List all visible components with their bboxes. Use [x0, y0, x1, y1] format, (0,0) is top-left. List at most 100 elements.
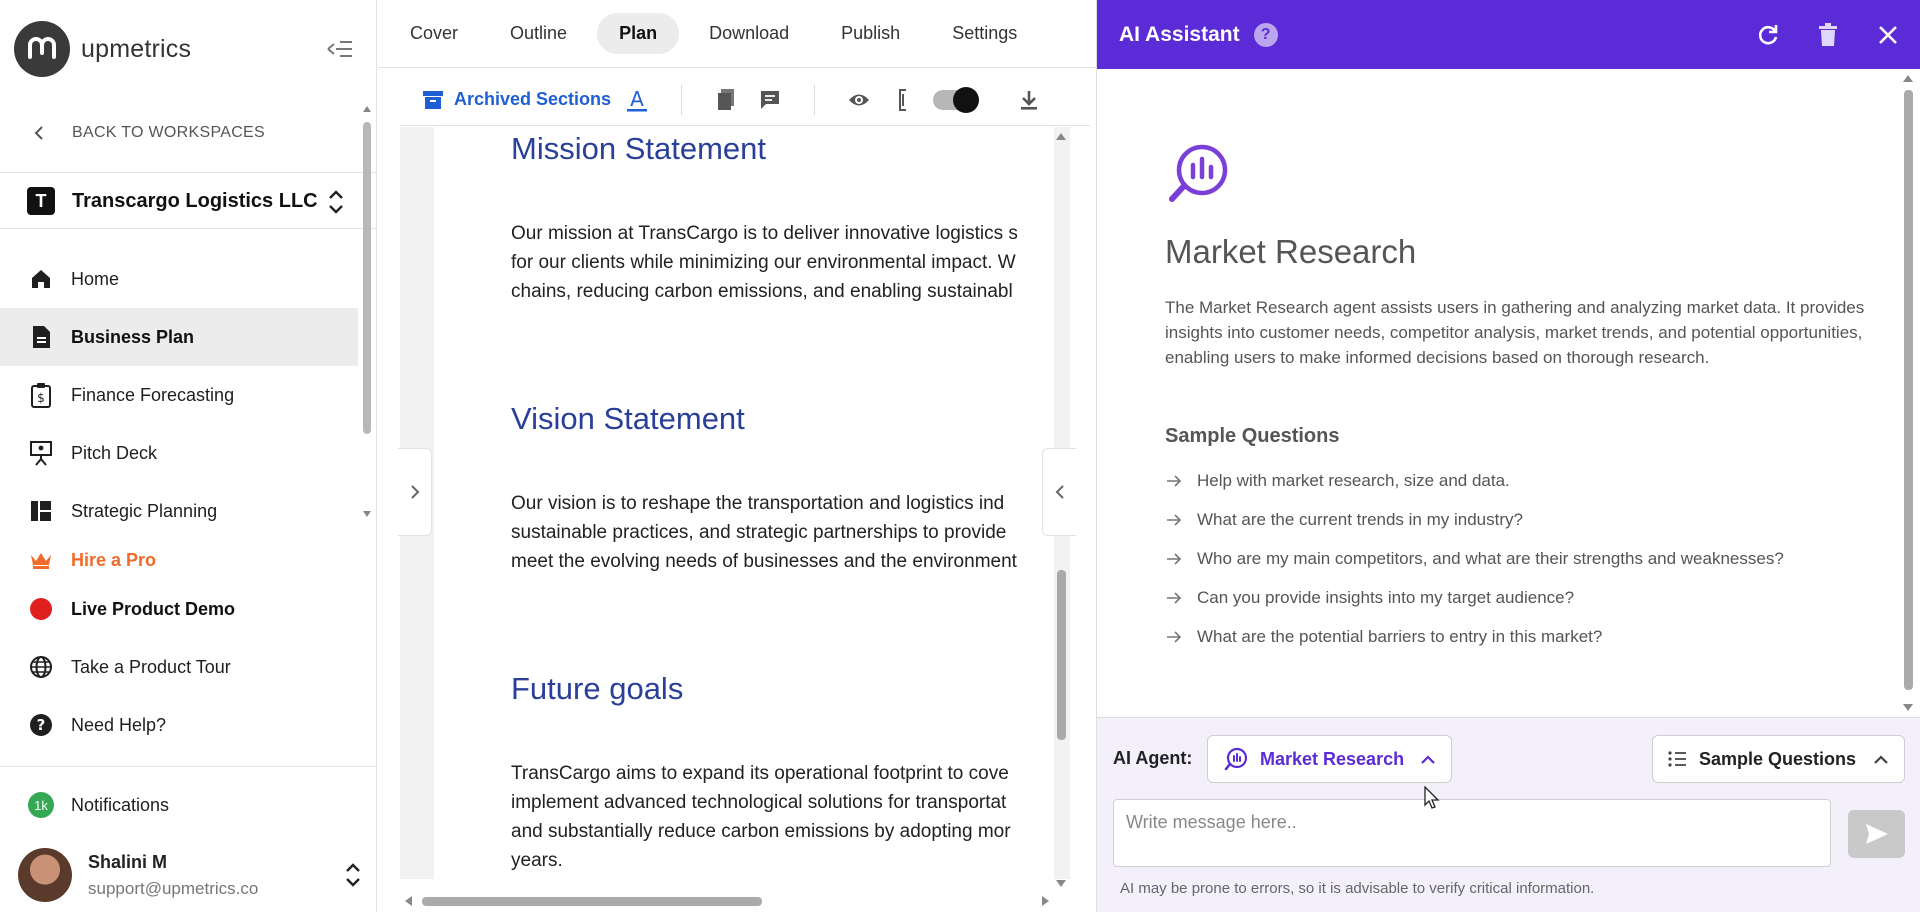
tab-outline[interactable]: Outline	[488, 13, 589, 54]
bracket-icon[interactable]	[891, 88, 915, 112]
section-title-mission[interactable]: Mission Statement	[511, 131, 766, 167]
help-circle-icon[interactable]: ?	[1253, 22, 1278, 47]
sidebar-item-pitch-deck[interactable]: Pitch Deck	[0, 424, 358, 482]
notifications-link[interactable]: 1k Notifications	[28, 792, 169, 818]
sample-questions-title: Sample Questions	[1165, 425, 1340, 447]
sample-question-text: Help with market research, size and data…	[1197, 470, 1510, 490]
scroll-down-icon[interactable]	[1901, 702, 1915, 714]
ai-assistant-panel: AI Assistant ? Market Research The Marke…	[1096, 0, 1920, 912]
sidebar-item-strategic-planning[interactable]: Strategic Planning	[0, 482, 358, 540]
document-vertical-scrollbar[interactable]	[1054, 130, 1068, 890]
scroll-thumb[interactable]	[1057, 570, 1066, 740]
close-icon[interactable]	[1875, 22, 1901, 48]
text-line: implement advanced technological solutio…	[511, 792, 1007, 813]
preview-eye-icon[interactable]	[847, 88, 871, 112]
chevron-right-icon	[410, 485, 419, 499]
workspace-switcher[interactable]: T Transcargo Logistics LLC	[27, 183, 347, 219]
scroll-thumb[interactable]	[363, 122, 371, 434]
upmetrics-logo-icon	[14, 21, 70, 77]
copy-pages-icon[interactable]	[714, 88, 738, 112]
section-title-vision[interactable]: Vision Statement	[511, 401, 745, 437]
sidebar-item-label: Business Plan	[71, 326, 195, 347]
scroll-up-icon[interactable]	[362, 104, 372, 114]
section-body-mission[interactable]: Our mission at TransCargo is to deliver …	[511, 219, 1054, 306]
sidebar-item-need-help[interactable]: ? Need Help?	[0, 696, 358, 754]
sample-questions-button[interactable]: Sample Questions	[1652, 735, 1905, 783]
document-horizontal-scrollbar[interactable]	[402, 894, 1052, 908]
svg-text:?: ?	[37, 716, 46, 734]
sidebar: upmetrics BACK TO WORKSPACES T Transcarg…	[0, 0, 377, 912]
svg-text:A: A	[630, 88, 644, 111]
tab-plan[interactable]: Plan	[597, 13, 680, 54]
view-toggle[interactable]	[933, 86, 980, 113]
ai-disclaimer: AI may be prone to errors, so it is advi…	[1120, 880, 1595, 897]
presentation-icon	[28, 440, 54, 466]
editor-toolbar: Archived Sections A	[400, 74, 1090, 126]
sidebar-item-product-tour[interactable]: Take a Product Tour	[0, 638, 358, 696]
back-to-workspaces-link[interactable]: BACK TO WORKSPACES	[30, 118, 265, 148]
download-icon[interactable]	[1017, 88, 1041, 112]
ai-panel-scrollbar[interactable]	[1901, 72, 1915, 714]
refresh-icon[interactable]	[1755, 22, 1781, 48]
updown-chevron-icon[interactable]	[325, 187, 347, 217]
scroll-down-icon[interactable]	[1054, 878, 1068, 890]
text-line: TransCargo aims to expand its operationa…	[511, 763, 1009, 784]
section-title-future-goals[interactable]: Future goals	[511, 671, 683, 707]
expand-left-panel-button[interactable]	[398, 448, 432, 536]
svg-text:$: $	[37, 391, 45, 405]
updown-chevron-icon[interactable]	[343, 859, 363, 891]
scroll-up-icon[interactable]	[1901, 72, 1915, 84]
tab-download[interactable]: Download	[687, 13, 811, 54]
text-color-icon[interactable]: A	[625, 88, 649, 112]
crown-icon	[28, 547, 54, 573]
sidebar-item-business-plan[interactable]: Business Plan	[0, 308, 358, 366]
sidebar-item-hire-a-pro[interactable]: Hire a Pro	[0, 540, 358, 580]
sidebar-item-home[interactable]: Home	[0, 250, 358, 308]
archived-sections-button[interactable]: Archived Sections	[422, 89, 611, 111]
sample-question[interactable]: Can you provide insights into my target …	[1165, 578, 1905, 617]
sidebar-item-label: Take a Product Tour	[71, 656, 231, 677]
text-line: years.	[511, 850, 563, 871]
tab-publish[interactable]: Publish	[819, 13, 922, 54]
sample-question[interactable]: Who are my main competitors, and what ar…	[1165, 539, 1905, 578]
sidebar-item-live-product-demo[interactable]: Live Product Demo	[0, 580, 358, 638]
divider	[0, 228, 377, 229]
section-body-future-goals[interactable]: TransCargo aims to expand its operationa…	[511, 759, 1054, 875]
ai-agent-select[interactable]: Market Research	[1207, 735, 1452, 783]
finance-clipboard-icon: $	[28, 382, 54, 408]
collapse-sidebar-icon[interactable]	[326, 38, 354, 60]
comment-icon[interactable]	[758, 88, 782, 112]
sample-question-text: What are the current trends in my indust…	[1197, 509, 1523, 529]
text-line: Our vision is to reshape the transportat…	[511, 493, 1005, 514]
brand-logo[interactable]: upmetrics	[14, 20, 364, 78]
agent-description: The Market Research agent assists users …	[1165, 298, 1865, 367]
chevron-up-icon	[1421, 755, 1435, 764]
scroll-left-icon[interactable]	[402, 894, 414, 908]
text-line: chains, reducing carbon emissions, and e…	[511, 281, 1013, 302]
user-name: Shalini M	[88, 851, 168, 872]
tab-cover[interactable]: Cover	[388, 13, 480, 54]
scroll-up-icon[interactable]	[1054, 130, 1068, 142]
message-input[interactable]	[1113, 799, 1831, 867]
sample-question[interactable]: What are the potential barriers to entry…	[1165, 617, 1905, 656]
scroll-thumb[interactable]	[422, 897, 762, 906]
toggle-knob	[953, 86, 980, 113]
user-menu[interactable]: Shalini M support@upmetrics.co	[18, 847, 363, 903]
scroll-thumb[interactable]	[1904, 90, 1913, 690]
scroll-right-icon[interactable]	[1040, 894, 1052, 908]
toolbar-divider	[814, 84, 816, 115]
avatar	[18, 848, 72, 902]
sidebar-nav: Home Business Plan $ Finance Forecasting…	[0, 250, 358, 754]
sample-question[interactable]: What are the current trends in my indust…	[1165, 500, 1905, 539]
section-body-vision[interactable]: Our vision is to reshape the transportat…	[511, 489, 1054, 576]
sidebar-item-label: Live Product Demo	[71, 598, 236, 619]
back-label: BACK TO WORKSPACES	[72, 124, 266, 141]
delete-icon[interactable]	[1815, 22, 1841, 48]
sample-question[interactable]: Help with market research, size and data…	[1165, 461, 1905, 500]
sidebar-scrollbar[interactable]	[362, 104, 372, 519]
send-button[interactable]	[1848, 810, 1905, 858]
sidebar-item-finance-forecasting[interactable]: $ Finance Forecasting	[0, 366, 358, 424]
tab-settings[interactable]: Settings	[930, 13, 1039, 54]
arrow-right-icon	[1167, 513, 1182, 526]
scroll-down-icon[interactable]	[362, 509, 372, 519]
